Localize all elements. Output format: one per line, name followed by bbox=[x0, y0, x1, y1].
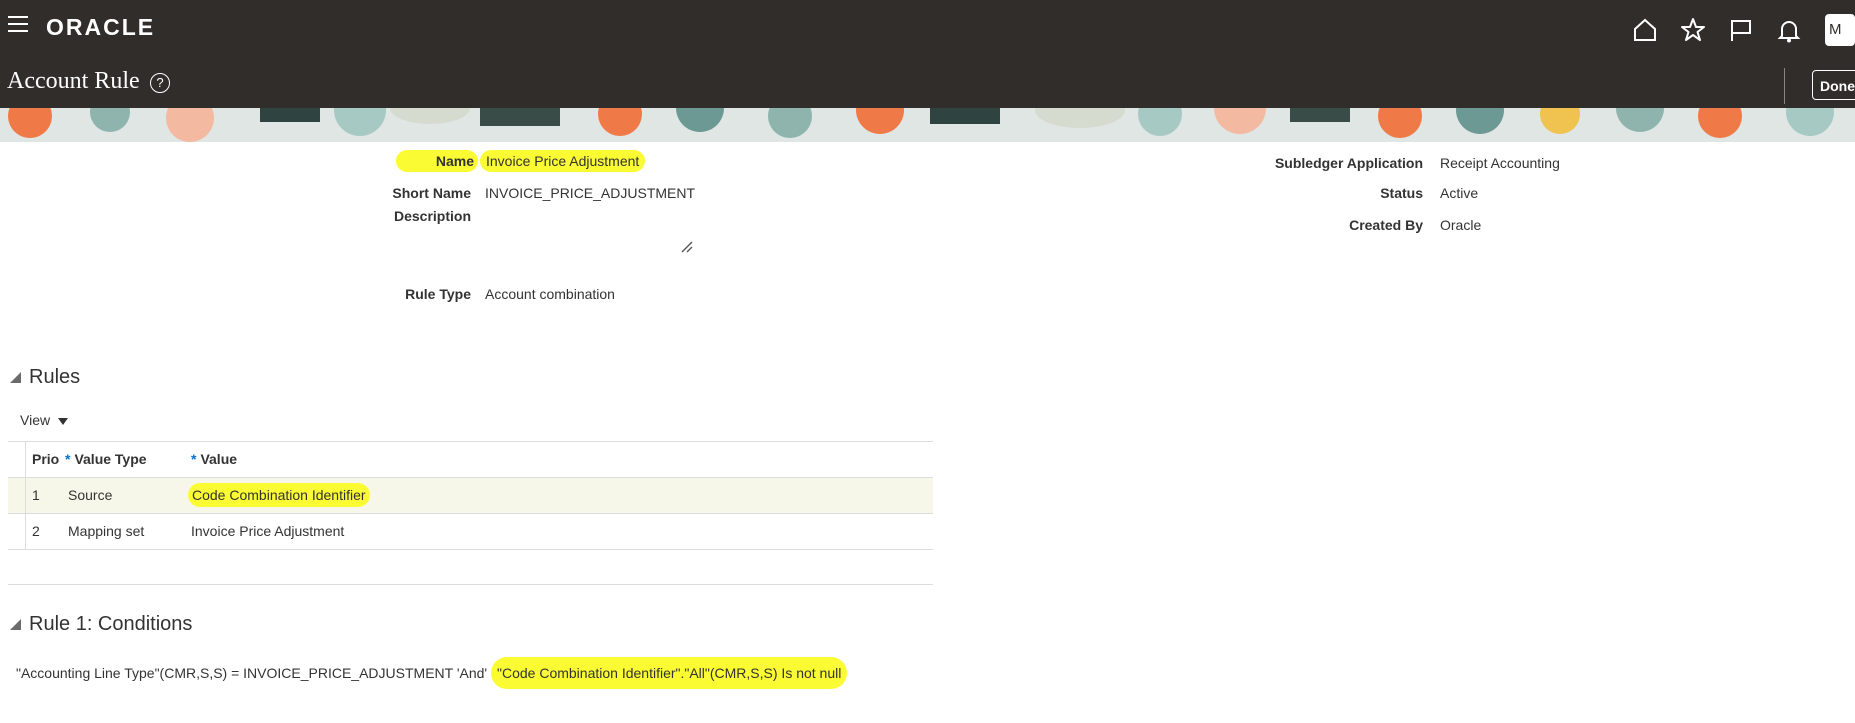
rule-type-value: Account combination bbox=[485, 286, 615, 302]
view-menu[interactable]: View bbox=[20, 412, 69, 428]
resize-handle-icon[interactable] bbox=[680, 240, 694, 254]
name-label: Name bbox=[396, 150, 478, 172]
conditions-text-part1: "Accounting Line Type"(CMR,S,S) = INVOIC… bbox=[16, 665, 491, 681]
column-header-prio[interactable]: Prio bbox=[32, 442, 59, 477]
column-header-value[interactable]: * Value bbox=[191, 442, 237, 477]
done-button[interactable]: Done bbox=[1812, 70, 1855, 100]
rules-section-header[interactable]: Rules bbox=[10, 366, 80, 389]
bell-icon[interactable] bbox=[1775, 16, 1803, 44]
decorative-banner bbox=[0, 108, 1855, 142]
cell-prio: 1 bbox=[32, 487, 40, 503]
caret-down-icon bbox=[58, 417, 69, 425]
status-label: Status bbox=[1380, 185, 1423, 201]
collapse-triangle-icon[interactable] bbox=[10, 372, 21, 383]
column-header-value-type-label: Value Type bbox=[74, 451, 147, 467]
section-divider bbox=[8, 584, 933, 585]
conditions-text-part2: "Code Combination Identifier"."All"(CMR,… bbox=[491, 657, 848, 689]
user-avatar[interactable]: M bbox=[1825, 14, 1855, 46]
required-marker: * bbox=[191, 451, 197, 467]
column-header-value-type[interactable]: * Value Type bbox=[65, 442, 147, 477]
conditions-section-title: Rule 1: Conditions bbox=[29, 613, 193, 635]
created-by-value: Oracle bbox=[1440, 217, 1482, 233]
top-header: ORACLE M Account Rule ? Done bbox=[0, 0, 1855, 108]
rules-section-title: Rules bbox=[29, 366, 81, 388]
global-toolbar: M bbox=[1611, 14, 1855, 46]
cell-value: Invoice Price Adjustment bbox=[191, 523, 345, 539]
required-marker: * bbox=[65, 451, 71, 467]
table-header-row: Prio * Value Type * Value bbox=[8, 442, 933, 478]
table-row[interactable]: 1 Source Code Combination Identifier bbox=[8, 478, 933, 514]
rule-type-label: Rule Type bbox=[405, 286, 471, 302]
page-title: Account Rule bbox=[7, 68, 140, 94]
cell-value-type: Source bbox=[68, 487, 113, 503]
description-label: Description bbox=[393, 208, 471, 224]
view-menu-label: View bbox=[20, 412, 51, 428]
short-name-value: INVOICE_PRICE_ADJUSTMENT bbox=[485, 185, 696, 201]
short-name-label: Short Name bbox=[392, 185, 471, 201]
help-icon[interactable]: ? bbox=[150, 73, 170, 93]
table-row[interactable]: 2 Mapping set Invoice Price Adjustment bbox=[8, 514, 933, 550]
row-gutter bbox=[8, 442, 26, 477]
oracle-logo[interactable]: ORACLE bbox=[46, 14, 155, 41]
cell-value-type: Mapping set bbox=[68, 523, 145, 539]
header-divider bbox=[1784, 68, 1785, 104]
menu-icon[interactable] bbox=[8, 16, 28, 32]
name-value: Invoice Price Adjustment bbox=[480, 150, 646, 172]
row-gutter bbox=[8, 478, 26, 513]
flag-icon[interactable] bbox=[1727, 16, 1755, 44]
cell-prio: 2 bbox=[32, 523, 40, 539]
subledger-application-value: Receipt Accounting bbox=[1440, 155, 1560, 171]
conditions-section-header[interactable]: Rule 1: Conditions bbox=[10, 613, 192, 636]
rules-table: Prio * Value Type * Value 1 Source Code Co… bbox=[8, 441, 933, 550]
row-gutter bbox=[8, 514, 26, 549]
status-value: Active bbox=[1440, 185, 1479, 201]
star-icon[interactable] bbox=[1679, 16, 1707, 44]
subledger-application-label: Subledger Application bbox=[1274, 155, 1423, 171]
conditions-expression: "Accounting Line Type"(CMR,S,S) = INVOIC… bbox=[16, 657, 848, 689]
column-header-value-label: Value bbox=[200, 451, 238, 467]
collapse-triangle-icon[interactable] bbox=[10, 619, 21, 630]
cell-value: Code Combination Identifier bbox=[188, 481, 370, 510]
home-icon[interactable] bbox=[1631, 16, 1659, 44]
cell-value-text: Code Combination Identifier bbox=[188, 483, 370, 507]
created-by-label: Created By bbox=[1349, 217, 1423, 233]
